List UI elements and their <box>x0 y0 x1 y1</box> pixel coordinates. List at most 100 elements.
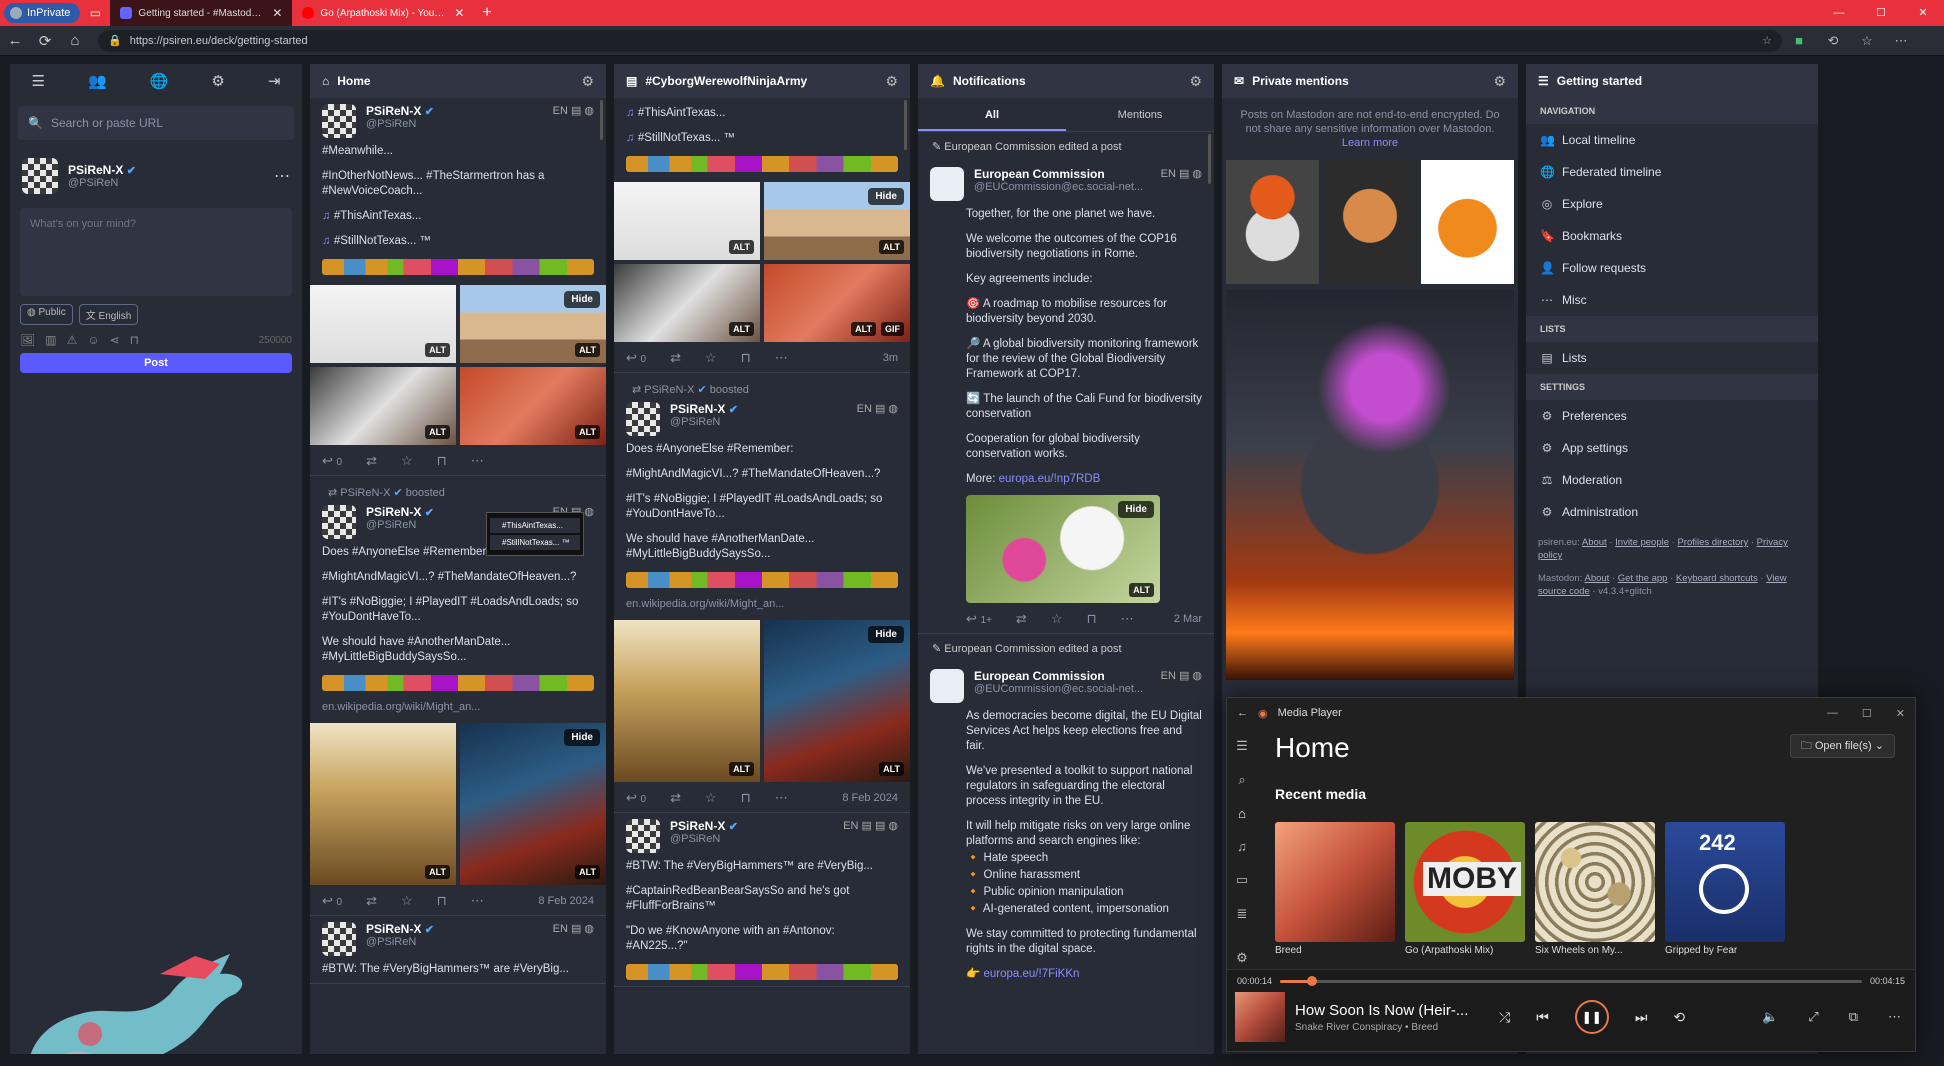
column-settings-icon[interactable]: ⚙ <box>885 73 898 90</box>
more-options-icon[interactable]: ⋯ <box>274 166 290 186</box>
alt-badge[interactable]: ALT <box>729 240 754 254</box>
media-thumbnail[interactable]: Hide ALT <box>460 723 606 885</box>
previous-icon[interactable]: ⏮ <box>1536 1009 1549 1026</box>
hide-media-button[interactable]: Hide <box>564 729 600 746</box>
nav-preferences[interactable]: ⚙ Preferences <box>1526 400 1818 432</box>
media-thumbnail[interactable]: ALT <box>614 182 760 260</box>
favourite-icon[interactable]: ☆ <box>401 893 413 909</box>
status-link[interactable]: europa.eu/!np7RDB <box>999 473 1101 485</box>
learn-more-link[interactable]: Learn more <box>1342 137 1398 149</box>
bookmark-icon[interactable]: ⊓ <box>437 893 447 909</box>
bookmark-icon[interactable]: ⊓ <box>741 350 751 366</box>
media-thumbnail[interactable]: ALT GIF <box>764 264 910 342</box>
now-playing-cover[interactable] <box>1235 992 1285 1042</box>
bookmark-icon[interactable]: ⊓ <box>1086 611 1096 627</box>
nav-lists[interactable]: ▤ Lists <box>1526 342 1818 374</box>
compose-textarea[interactable]: What's on your mind? <box>20 208 292 296</box>
avatar[interactable] <box>626 819 660 853</box>
home-icon[interactable]: ⌂ <box>1238 806 1246 821</box>
extension-icon[interactable]: ■ <box>1782 33 1816 48</box>
home-icon[interactable]: ⌂ <box>60 32 90 49</box>
avatar[interactable] <box>322 922 356 956</box>
alt-badge[interactable]: ALT <box>575 865 600 879</box>
reload-icon[interactable]: ⟳ <box>30 32 60 50</box>
bookmark-icon[interactable]: ⊓ <box>130 333 139 347</box>
tab-mentions[interactable]: Mentions <box>1066 98 1214 131</box>
nav-explore[interactable]: ◎ Explore <box>1526 188 1818 220</box>
scrollbar[interactable] <box>904 100 907 150</box>
language-select[interactable]: 文 English <box>78 304 139 325</box>
boost-icon[interactable]: ⇄ <box>670 790 681 806</box>
nav-app-settings[interactable]: ⚙ App settings <box>1526 432 1818 464</box>
minimize-icon[interactable]: — <box>1827 707 1838 720</box>
logout-icon[interactable]: ⇥ <box>268 72 281 90</box>
alt-badge[interactable]: ALT <box>851 322 876 336</box>
avatar[interactable] <box>626 402 660 436</box>
share-icon[interactable]: ⋖ <box>110 333 120 347</box>
warning-icon[interactable]: ⚠ <box>67 333 78 347</box>
mini-player-icon[interactable]: ⧉ <box>1849 1009 1858 1025</box>
reply-icon[interactable]: ↩ 0 <box>626 790 646 806</box>
hide-media-button[interactable]: Hide <box>868 188 904 205</box>
scrollbar[interactable] <box>600 100 603 140</box>
status[interactable]: ♫ #ThisAintTexas... ♫ #StillNotTexas... … <box>614 98 910 373</box>
media-thumbnail[interactable]: ALT <box>460 367 606 445</box>
boost-icon[interactable]: ⇄ <box>366 893 377 909</box>
avatar[interactable] <box>22 158 58 194</box>
post-button[interactable]: Post <box>20 353 292 373</box>
album-tile[interactable]: MOBY Go (Arpathoski Mix) <box>1405 822 1525 957</box>
link-preview[interactable]: en.wikipedia.org/wiki/Might_an... <box>626 598 898 610</box>
close-window-icon[interactable]: ✕ <box>1896 707 1905 720</box>
nav-moderation[interactable]: ⚖ Moderation <box>1526 464 1818 496</box>
eu-avatar[interactable] <box>930 167 964 201</box>
alt-badge[interactable]: ALT <box>879 762 904 776</box>
shuffle-icon[interactable]: ⤮ <box>1499 1009 1510 1026</box>
reply-icon[interactable]: ↩ 0 <box>322 893 342 909</box>
emoji-icon[interactable]: ☺ <box>87 333 99 347</box>
status[interactable]: PSiReN-X ✔ @PSiReN EN ▤ ▤ ◍ #BTW: The #Ver… <box>614 813 910 987</box>
status[interactable]: PSiReN-X ✔ @PSiReN EN ▤ ◍ #Meanwhile... #I… <box>310 98 606 476</box>
visibility-select[interactable]: ◍ Public <box>20 304 73 325</box>
column-settings-icon[interactable]: ⚙ <box>581 73 594 90</box>
new-tab-button[interactable]: + <box>474 4 499 22</box>
alt-badge[interactable]: ALT <box>879 240 904 254</box>
alt-badge[interactable]: ALT <box>575 343 600 357</box>
maximize-icon[interactable]: ☐ <box>1860 0 1902 26</box>
album-tile[interactable]: 242 Gripped by Fear <box>1665 822 1785 957</box>
notification[interactable]: ✎ European Commission edited a post Euro… <box>918 132 1214 634</box>
nav-local-timeline[interactable]: 👥 Local timeline <box>1526 124 1818 156</box>
eu-avatar[interactable] <box>930 669 964 703</box>
tab-youtube[interactable]: Go (Arpathoski Mix) - YouTube ✕ <box>292 0 474 26</box>
close-tab-icon[interactable]: ✕ <box>454 6 464 20</box>
favourite-icon[interactable]: ☆ <box>1051 611 1063 627</box>
music-library-icon[interactable]: ♫ <box>1237 839 1247 854</box>
album-tile[interactable]: Breed <box>1275 822 1395 957</box>
unicorn-artwork[interactable] <box>1226 290 1514 680</box>
menu-dots-icon[interactable]: ⋯ <box>1884 33 1918 49</box>
minimize-icon[interactable]: — <box>1818 0 1860 26</box>
url-field[interactable]: 🔒 https://psiren.eu/deck/getting-started ☆ <box>98 29 1782 52</box>
people-icon[interactable]: 👥 <box>88 72 107 90</box>
media-thumbnail[interactable]: Hide ALT <box>460 285 606 363</box>
status-date[interactable]: 8 Feb 2024 <box>538 895 594 907</box>
scrollbar[interactable] <box>1208 134 1211 184</box>
status-date[interactable]: 8 Feb 2024 <box>842 792 898 804</box>
bookmark-icon[interactable]: ⊓ <box>741 790 751 806</box>
alt-badge[interactable]: ALT <box>1129 583 1154 597</box>
alt-badge[interactable]: ALT <box>729 762 754 776</box>
track-title[interactable]: How Soon Is Now (Heir-... <box>1295 1002 1475 1019</box>
favorites-icon[interactable]: ☆ <box>1850 33 1884 49</box>
status-link[interactable]: europa.eu/!7FiKKn <box>984 968 1080 980</box>
refresh-ext-icon[interactable]: ⟲ <box>1816 33 1850 49</box>
track-artist[interactable]: Snake River Conspiracy • Breed <box>1295 1022 1475 1033</box>
back-icon[interactable]: ← <box>1237 707 1248 719</box>
media-thumbnail[interactable]: ALT <box>310 723 456 885</box>
nav-federated-timeline[interactable]: 🌐 Federated timeline <box>1526 156 1818 188</box>
settings-icon[interactable]: ⚙ <box>211 72 224 90</box>
more-icon[interactable]: ⋯ <box>1121 611 1134 627</box>
reply-icon[interactable]: ↩ 0 <box>626 350 646 366</box>
search-icon[interactable]: ⌕ <box>1238 772 1245 788</box>
more-icon[interactable]: ⋯ <box>775 790 788 806</box>
tab-mastodon[interactable]: Getting started - #MastodonSpy!✕ <box>110 0 293 26</box>
boost-icon[interactable]: ⇄ <box>366 453 377 469</box>
